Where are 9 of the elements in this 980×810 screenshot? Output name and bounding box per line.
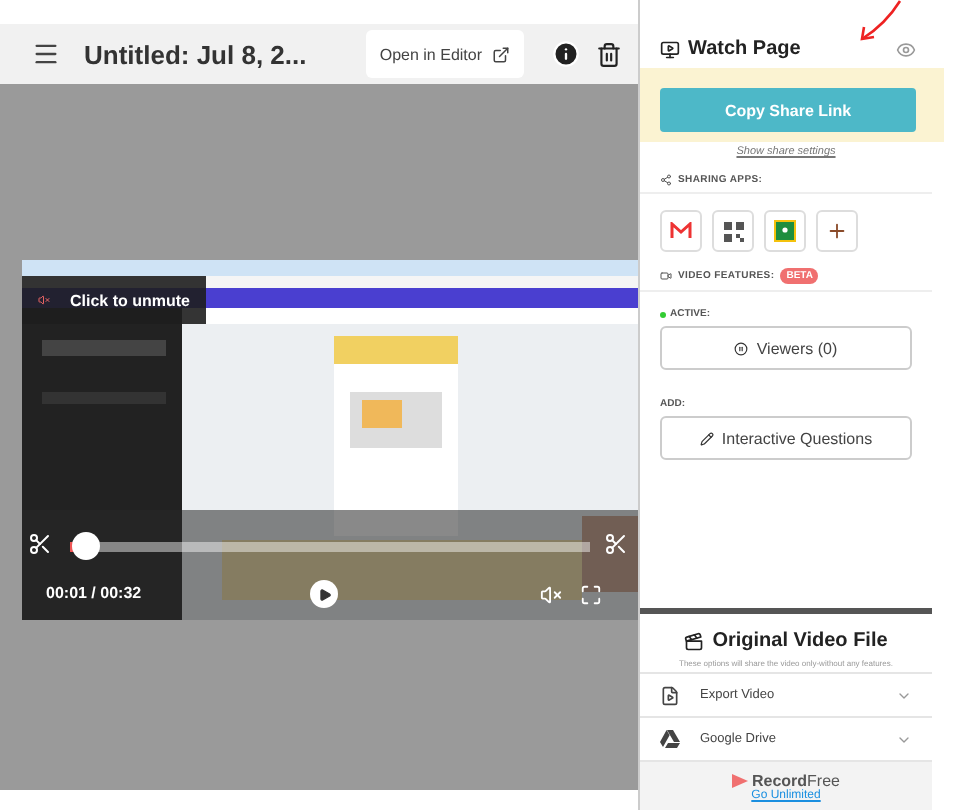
section-title: Original Video File <box>712 630 888 652</box>
feature-button[interactable]: Viewers (0) <box>660 326 912 370</box>
brand-name: RecordFree <box>751 772 840 790</box>
feature-button[interactable]: Interactive Questions <box>660 416 912 460</box>
unmute-button[interactable]: Click to unmute <box>22 276 206 324</box>
time-display: 00:01 / 00:32 <box>46 584 142 602</box>
video-title: Untitled: Jul 8, 2... <box>84 39 309 69</box>
open-in-editor-button[interactable]: Open in Editor <box>365 30 524 78</box>
panel-title: Watch Page <box>688 38 803 60</box>
